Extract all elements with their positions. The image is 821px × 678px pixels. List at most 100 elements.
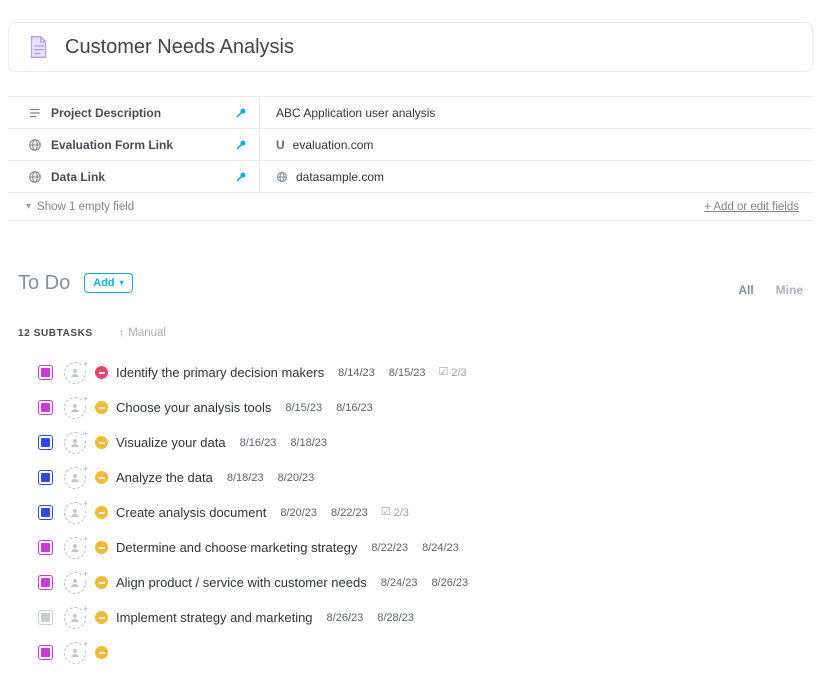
field-label-cell[interactable]: Evaluation Form Link [8, 129, 260, 160]
task-checkbox[interactable] [38, 575, 53, 590]
add-or-edit-fields-link[interactable]: + Add or edit fields [704, 201, 799, 213]
field-value-text[interactable]: evaluation.com [293, 138, 374, 152]
globe-icon [28, 170, 42, 184]
task-name[interactable]: Align product / service with customer ne… [116, 575, 367, 590]
assign-user-icon[interactable] [64, 537, 86, 559]
task-checkbox[interactable] [38, 400, 53, 415]
assign-user-icon[interactable] [64, 467, 86, 489]
field-label-cell[interactable]: Project Description [8, 97, 260, 128]
checklist-icon: ☑ [439, 367, 449, 378]
field-label-cell[interactable]: Data Link [8, 161, 260, 192]
assign-user-icon[interactable] [64, 642, 86, 664]
todo-section: To Do Add ▾ All Mine 12 SUBTASKS ↑ Manua… [0, 269, 821, 670]
status-icon[interactable] [95, 366, 108, 379]
task-due-date: 8/22/23 [331, 507, 368, 519]
status-icon[interactable] [95, 611, 108, 624]
add-task-button[interactable]: Add ▾ [84, 273, 132, 293]
status-icon[interactable] [95, 541, 108, 554]
task-row[interactable]: Create analysis document 8/20/23 8/22/23… [18, 495, 803, 530]
sort-control[interactable]: ↑ Manual [119, 327, 166, 339]
task-checkbox[interactable] [38, 645, 53, 660]
status-icon[interactable] [95, 646, 108, 659]
task-checkbox[interactable] [38, 365, 53, 380]
task-start-date: 8/20/23 [280, 507, 317, 519]
arrow-up-icon: ↑ [119, 327, 125, 339]
task-name[interactable]: Determine and choose marketing strategy [116, 540, 357, 555]
task-checkbox[interactable] [38, 470, 53, 485]
task-row[interactable]: Choose your analysis tools 8/15/23 8/16/… [18, 390, 803, 425]
show-empty-fields-toggle[interactable]: ▾ Show 1 empty field [26, 201, 134, 213]
field-label: Project Description [51, 106, 161, 120]
task-checkbox[interactable] [38, 610, 53, 625]
task-row[interactable]: Determine and choose marketing strategy … [18, 530, 803, 565]
field-label: Evaluation Form Link [51, 138, 173, 152]
group-heading[interactable]: To Do [18, 272, 70, 295]
todo-filters: All Mine [738, 269, 803, 297]
task-name[interactable]: Analyze the data [116, 470, 213, 485]
filter-mine[interactable]: Mine [776, 283, 803, 297]
assign-user-icon[interactable] [64, 432, 86, 454]
task-checklist-badge: ☑ 2/3 [381, 507, 409, 519]
task-due-date: 8/26/23 [431, 577, 468, 589]
page-title[interactable]: Customer Needs Analysis [65, 36, 294, 59]
task-name[interactable]: Implement strategy and marketing [116, 610, 313, 625]
custom-fields-table: Project Description ABC Application user… [8, 96, 813, 221]
field-value-link[interactable]: U evaluation.com [260, 129, 813, 160]
status-icon[interactable] [95, 401, 108, 414]
field-label: Data Link [51, 170, 105, 184]
task-checkbox[interactable] [38, 505, 53, 520]
status-icon[interactable] [95, 506, 108, 519]
task-start-date: 8/16/23 [240, 437, 277, 449]
task-name[interactable]: Visualize your data [116, 435, 226, 450]
assign-user-icon[interactable] [64, 572, 86, 594]
task-start-date: 8/15/23 [285, 402, 322, 414]
task-checkbox[interactable] [38, 540, 53, 555]
task-due-date: 8/15/23 [389, 367, 426, 379]
show-empty-label: Show 1 empty field [37, 201, 134, 213]
document-icon [25, 34, 51, 60]
task-checkbox[interactable] [38, 435, 53, 450]
task-name[interactable]: Create analysis document [116, 505, 266, 520]
field-row-project-description: Project Description ABC Application user… [8, 97, 813, 129]
checklist-count: 2/3 [394, 507, 409, 519]
assign-user-icon[interactable] [64, 607, 86, 629]
assign-user-icon[interactable] [64, 502, 86, 524]
task-row[interactable]: Analyze the data 8/18/23 8/20/23 [18, 460, 803, 495]
task-row[interactable]: Align product / service with customer ne… [18, 565, 803, 600]
empty-fields-row: ▾ Show 1 empty field + Add or edit field… [8, 193, 813, 221]
link-favicon-u: U [276, 138, 285, 152]
globe-icon [28, 138, 42, 152]
assign-user-icon[interactable] [64, 362, 86, 384]
task-list: Identify the primary decision makers 8/1… [18, 355, 803, 670]
task-row[interactable]: Visualize your data 8/16/23 8/18/23 [18, 425, 803, 460]
chevron-down-icon: ▾ [26, 202, 31, 212]
field-value-text[interactable]: datasample.com [296, 170, 384, 184]
status-icon[interactable] [95, 576, 108, 589]
sort-label: Manual [128, 327, 166, 339]
page-header: Customer Needs Analysis [8, 22, 813, 72]
status-icon[interactable] [95, 471, 108, 484]
task-name[interactable]: Choose your analysis tools [116, 400, 271, 415]
task-due-date: 8/20/23 [278, 472, 315, 484]
task-row[interactable]: Implement strategy and marketing 8/26/23… [18, 600, 803, 635]
task-start-date: 8/18/23 [227, 472, 264, 484]
assign-user-icon[interactable] [64, 397, 86, 419]
field-row-data-link: Data Link datasample.com [8, 161, 813, 193]
status-icon[interactable] [95, 436, 108, 449]
task-start-date: 8/24/23 [381, 577, 418, 589]
filter-all[interactable]: All [738, 283, 753, 297]
task-row[interactable]: Identify the primary decision makers 8/1… [18, 355, 803, 390]
task-due-date: 8/16/23 [336, 402, 373, 414]
chevron-down-icon: ▾ [120, 279, 124, 287]
task-name[interactable]: Identify the primary decision makers [116, 365, 324, 380]
task-start-date: 8/26/23 [327, 612, 364, 624]
task-row[interactable] [18, 635, 803, 670]
pin-icon[interactable] [235, 107, 247, 119]
task-due-date: 8/18/23 [290, 437, 327, 449]
task-start-date: 8/14/23 [338, 367, 375, 379]
pin-icon[interactable] [235, 139, 247, 151]
field-value[interactable]: ABC Application user analysis [260, 97, 813, 128]
pin-icon[interactable] [235, 171, 247, 183]
field-value-link[interactable]: datasample.com [260, 161, 813, 192]
link-favicon-globe [276, 171, 288, 183]
